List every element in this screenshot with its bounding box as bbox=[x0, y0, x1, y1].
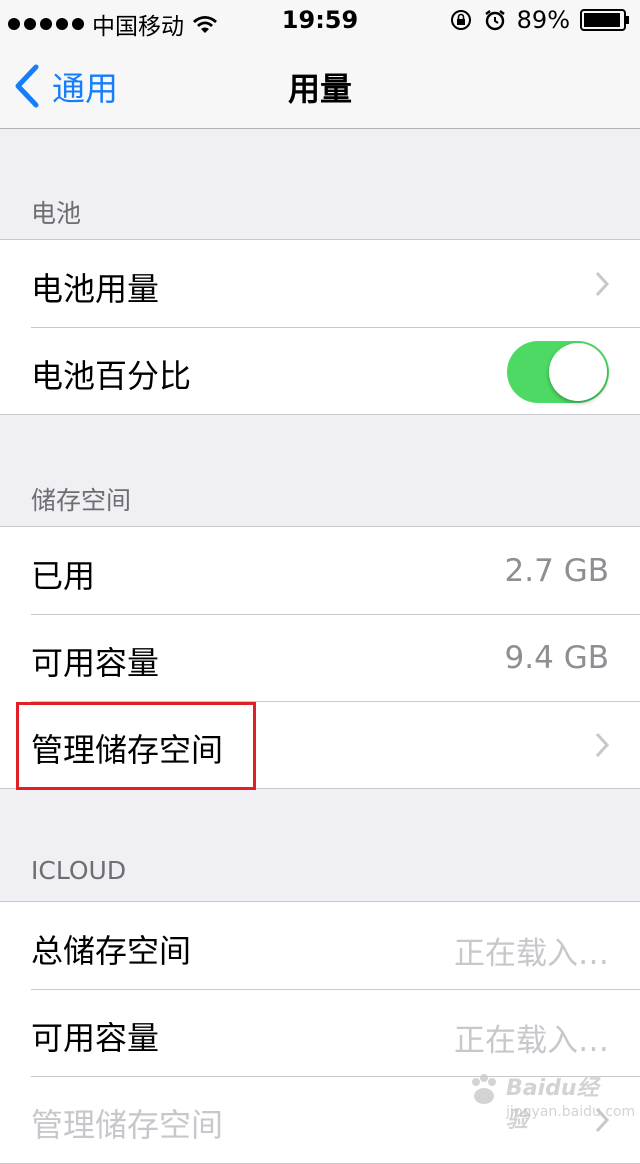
battery-percentage-toggle[interactable] bbox=[507, 341, 609, 403]
highlight-box bbox=[16, 702, 256, 790]
used-value: 2.7 GB bbox=[504, 553, 609, 589]
toggle-knob bbox=[549, 343, 607, 401]
watermark: Baidu经验 jingyan.baidu.com bbox=[466, 1066, 635, 1133]
row-label: 已用 bbox=[31, 557, 96, 595]
row-label: 电池用量 bbox=[31, 270, 160, 308]
watermark-url: jingyan.baidu.com bbox=[506, 1104, 636, 1120]
navigation-bar: 通用 用量 bbox=[0, 40, 640, 129]
row-label: 总储存空间 bbox=[31, 932, 192, 970]
icloud-available-value: 正在载入… bbox=[454, 1023, 609, 1059]
available-row: 可用容量 9.4 GB bbox=[0, 614, 640, 701]
page-title: 用量 bbox=[287, 70, 352, 108]
available-value: 9.4 GB bbox=[504, 640, 609, 676]
icloud-total-value: 正在载入… bbox=[454, 936, 609, 972]
battery-group: 电池用量 电池百分比 bbox=[0, 239, 640, 415]
row-label: 管理储存空间 bbox=[31, 1106, 224, 1144]
row-label: 电池百分比 bbox=[31, 357, 192, 395]
watermark-brand: Baidu经验 bbox=[506, 1076, 599, 1133]
chevron-right-icon bbox=[595, 732, 610, 758]
battery-percentage-row: 电池百分比 bbox=[0, 327, 640, 414]
alarm-icon bbox=[484, 10, 505, 31]
battery-percent: 89% bbox=[516, 6, 570, 34]
icloud-available-row: 可用容量 正在载入… bbox=[0, 989, 640, 1076]
row-label: 可用容量 bbox=[31, 644, 160, 682]
used-row: 已用 2.7 GB bbox=[0, 527, 640, 614]
battery-usage-row[interactable]: 电池用量 bbox=[0, 240, 640, 327]
row-label: 可用容量 bbox=[31, 1019, 160, 1057]
chevron-right-icon bbox=[595, 271, 610, 297]
status-bar: 中国移动 19:59 89% bbox=[0, 0, 640, 40]
battery-icon bbox=[580, 9, 629, 31]
rotation-lock-icon bbox=[450, 10, 471, 30]
section-header-storage: 储存空间 bbox=[31, 486, 132, 515]
icloud-total-row: 总储存空间 正在载入… bbox=[0, 902, 640, 989]
section-header-battery: 电池 bbox=[31, 199, 82, 228]
paw-icon bbox=[472, 1074, 496, 1104]
section-header-icloud: ICLOUD bbox=[31, 856, 127, 885]
